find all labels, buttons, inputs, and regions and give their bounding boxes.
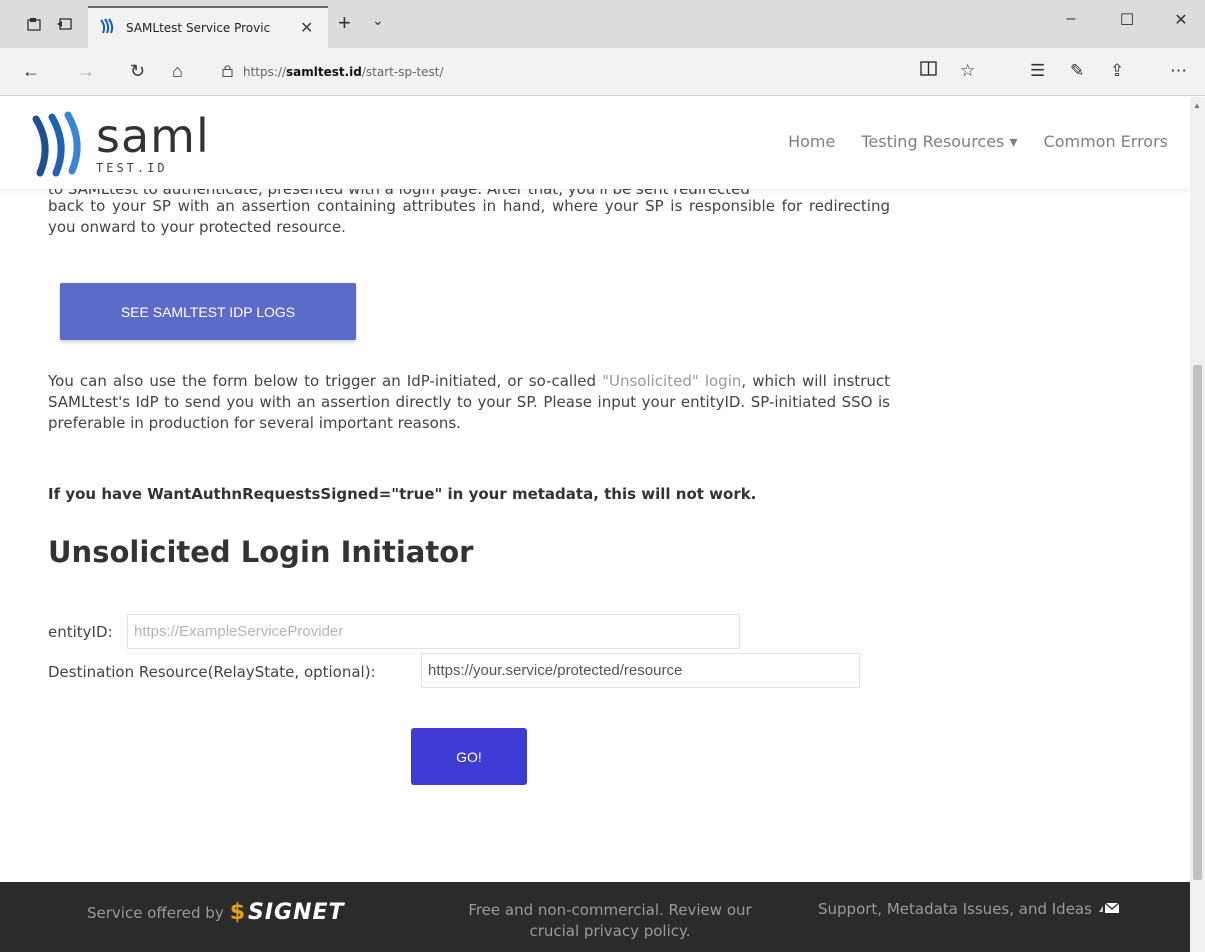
site-header: saml TEST.ID Home Testing Resources ▾ Co… bbox=[0, 97, 1190, 189]
address-bar[interactable]: https:// samltest.id /start-sp-test/ bbox=[222, 60, 922, 84]
go-button[interactable]: GO! bbox=[411, 728, 527, 785]
browser-toolbar: ← → ↻ ⌂ https:// samltest.id /start-sp-t… bbox=[0, 48, 1205, 96]
url-path: /start-sp-test/ bbox=[361, 65, 444, 79]
unsolicited-login-link[interactable]: "Unsolicited" login bbox=[602, 372, 741, 390]
signing-warning: If you have WantAuthnRequestsSigned="tru… bbox=[48, 485, 757, 503]
page-viewport: saml TEST.ID Home Testing Resources ▾ Co… bbox=[0, 97, 1190, 952]
maximize-button[interactable]: ☐ bbox=[1104, 10, 1150, 30]
signet-logo[interactable]: $SIGNET bbox=[230, 900, 345, 925]
home-icon[interactable]: ⌂ bbox=[172, 61, 183, 82]
privacy-note[interactable]: Free and non-commercial. Review our cruc… bbox=[445, 900, 775, 942]
scrollbar-thumb[interactable] bbox=[1193, 365, 1202, 880]
support-link[interactable]: Support, Metadata Issues, and Ideas bbox=[818, 900, 1120, 918]
logo-wordmark: saml bbox=[96, 109, 210, 163]
notes-pen-icon[interactable]: ✎ bbox=[1070, 61, 1084, 81]
see-idp-logs-button[interactable]: SEE SAMLTEST IDP LOGS bbox=[60, 283, 356, 340]
url-scheme: https:// bbox=[243, 65, 287, 79]
relaystate-input[interactable]: https://your.service/protected/resource bbox=[421, 653, 860, 688]
signet-mark-icon: $ bbox=[229, 900, 247, 925]
set-tabs-aside-icon[interactable] bbox=[52, 12, 76, 36]
lock-icon bbox=[222, 64, 233, 80]
forward-arrow-icon[interactable]: → bbox=[77, 61, 95, 82]
site-nav: Home Testing Resources ▾ Common Errors bbox=[788, 132, 1168, 151]
tab-actions-icon[interactable] bbox=[22, 12, 46, 36]
offered-by-text: Service offered by bbox=[87, 903, 224, 922]
relaystate-label: Destination Resource(RelayState, optiona… bbox=[48, 663, 376, 681]
page-heading: Unsolicited Login Initiator bbox=[48, 535, 474, 569]
mail-icon bbox=[1098, 900, 1120, 918]
samltest-favicon-icon bbox=[98, 17, 116, 40]
footer-offered-by: Service offered by $SIGNET bbox=[87, 900, 345, 925]
support-text: Support, Metadata Issues, and Ideas bbox=[818, 900, 1092, 918]
site-footer: Service offered by $SIGNET Free and non-… bbox=[0, 882, 1190, 952]
logo-subtitle: TEST.ID bbox=[96, 161, 168, 175]
tab-close-icon[interactable]: ✕ bbox=[300, 18, 313, 38]
nav-home[interactable]: Home bbox=[788, 132, 835, 151]
new-tab-button[interactable]: + bbox=[338, 10, 351, 36]
page-scrollbar[interactable]: ▲ bbox=[1190, 97, 1205, 952]
samltest-logo[interactable]: saml TEST.ID bbox=[30, 109, 230, 177]
nav-testing-resources[interactable]: Testing Resources ▾ bbox=[861, 132, 1017, 151]
nav-common-errors[interactable]: Common Errors bbox=[1044, 132, 1168, 151]
entityid-input[interactable]: https://ExampleServiceProvider bbox=[127, 614, 740, 649]
browser-tabstrip: SAMLtest Service Provic ✕ + ⌄ – ☐ ✕ bbox=[0, 0, 1205, 48]
samltest-logo-mark-icon bbox=[32, 111, 81, 177]
close-window-button[interactable]: ✕ bbox=[1158, 10, 1204, 30]
tab-title: SAMLtest Service Provic bbox=[126, 21, 271, 35]
url-host: samltest.id bbox=[286, 65, 362, 79]
more-menu-icon[interactable]: ⋯ bbox=[1170, 61, 1187, 81]
unsolicited-text-1: You can also use the form below to trigg… bbox=[48, 372, 603, 390]
entityid-label: entityID: bbox=[48, 623, 113, 641]
back-arrow-icon[interactable]: ← bbox=[22, 61, 40, 82]
signet-wordmark: SIGNET bbox=[248, 900, 345, 925]
scroll-up-arrow-icon[interactable]: ▲ bbox=[1193, 101, 1201, 110]
reading-view-icon[interactable] bbox=[920, 61, 937, 81]
refresh-icon[interactable]: ↻ bbox=[130, 61, 145, 82]
tab-list-chevron-icon[interactable]: ⌄ bbox=[372, 12, 384, 29]
tab-samltest[interactable]: SAMLtest Service Provic ✕ bbox=[88, 6, 328, 48]
favorite-star-icon[interactable]: ☆ bbox=[960, 61, 975, 81]
intro-paragraph: back to your SP with an assertion contai… bbox=[48, 197, 890, 236]
minimize-button[interactable]: – bbox=[1048, 10, 1094, 28]
unsolicited-paragraph: You can also use the form below to trigg… bbox=[48, 371, 890, 434]
favorites-list-icon[interactable]: ☰ bbox=[1030, 61, 1045, 81]
share-icon[interactable]: ⇪ bbox=[1110, 61, 1124, 81]
